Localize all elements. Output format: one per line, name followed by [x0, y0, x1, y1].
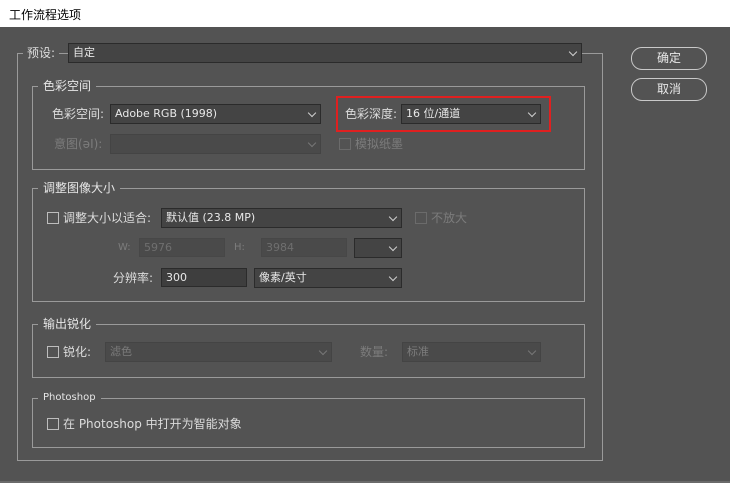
resize-to-fit-value: 默认值 (23.8 MP)	[166, 211, 256, 224]
sharpen-label: 锐化:	[63, 345, 92, 359]
no-enlarge-label: 不放大	[431, 211, 468, 225]
open-as-smart-object-label: 在 Photoshop 中打开为智能对象	[63, 417, 242, 431]
resolution-unit-dropdown[interactable]: 像素/英寸	[254, 268, 402, 288]
simulate-paper-ink-label: 模拟纸墨	[355, 137, 404, 151]
cancel-button[interactable]: 取消	[631, 78, 707, 101]
preset-value: 自定	[73, 46, 95, 59]
chevron-down-icon	[307, 138, 317, 148]
resize-to-fit-dropdown[interactable]: 默认值 (23.8 MP)	[161, 208, 402, 228]
ok-button[interactable]: 确定	[631, 47, 707, 70]
sharpen-value: 滤色	[110, 345, 132, 358]
amount-dropdown[interactable]: 标准	[402, 342, 541, 362]
chevron-down-icon	[388, 272, 398, 282]
color-space-dropdown[interactable]: Adobe RGB (1998)	[110, 104, 321, 124]
height-input[interactable]: 3984	[261, 238, 347, 257]
intent-label: 意图(əI):	[54, 137, 103, 151]
sharpen-checkbox[interactable]	[47, 346, 59, 358]
resize-to-fit-label: 调整大小以适合:	[63, 211, 152, 225]
color-space-group-title: 色彩空间	[38, 79, 97, 93]
window-titlebar: 工作流程选项	[0, 0, 730, 27]
chevron-down-icon	[318, 346, 328, 356]
simulate-paper-ink-checkbox[interactable]	[339, 138, 351, 150]
chevron-down-icon	[527, 346, 537, 356]
chevron-down-icon	[388, 242, 398, 252]
resize-group-title: 调整图像大小	[38, 181, 121, 195]
sharpen-dropdown[interactable]: 滤色	[105, 342, 332, 362]
amount-value: 标准	[407, 345, 429, 358]
size-unit-dropdown[interactable]	[354, 238, 402, 258]
color-depth-highlight	[336, 96, 551, 132]
resolution-unit-value: 像素/英寸	[259, 271, 307, 284]
intent-dropdown[interactable]	[110, 134, 321, 154]
resize-to-fit-checkbox[interactable]	[47, 212, 59, 224]
chevron-down-icon	[307, 108, 317, 118]
width-label: W:	[118, 242, 131, 253]
no-enlarge-checkbox[interactable]	[415, 212, 427, 224]
chevron-down-icon	[568, 47, 578, 57]
resolution-label: 分辨率:	[113, 271, 154, 285]
width-input[interactable]: 5976	[139, 238, 225, 257]
height-label: H:	[234, 242, 245, 253]
preset-label: 预设:	[23, 45, 60, 61]
sharpen-group-title: 输出锐化	[38, 317, 97, 331]
resolution-input[interactable]: 300	[161, 268, 247, 287]
preset-dropdown[interactable]: 自定	[68, 43, 582, 63]
color-space-value: Adobe RGB (1998)	[115, 107, 218, 120]
photoshop-group-title: Photoshop	[38, 391, 101, 405]
window-title: 工作流程选项	[9, 8, 82, 22]
chevron-down-icon	[388, 212, 398, 222]
open-as-smart-object-checkbox[interactable]	[47, 418, 59, 430]
amount-label: 数量:	[360, 345, 389, 359]
color-space-label: 色彩空间:	[52, 107, 105, 121]
